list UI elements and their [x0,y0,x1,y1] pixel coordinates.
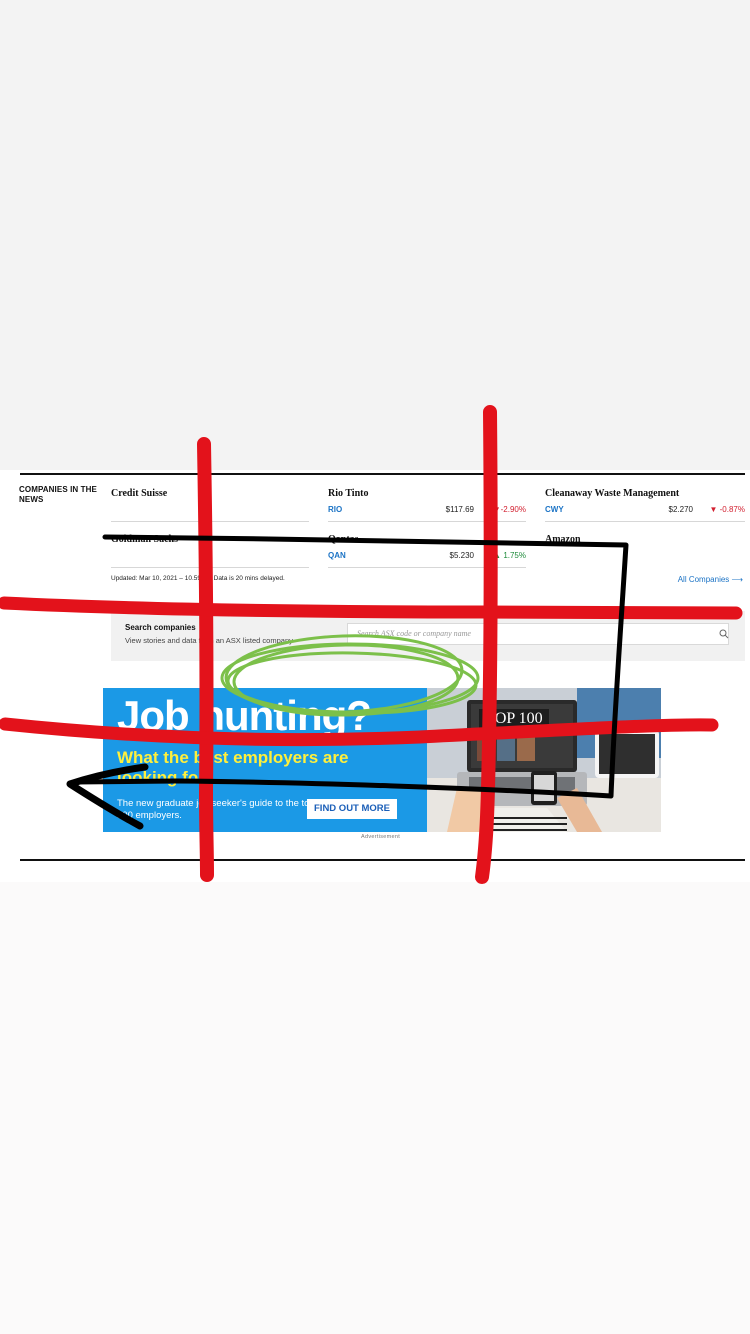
price-change: ▼-2.90% [492,505,526,514]
company-card[interactable]: Credit Suisse [111,475,309,522]
share-price: $117.69 [445,505,474,514]
company-name[interactable]: Cleanaway Waste Management [545,488,679,499]
all-companies-link[interactable]: All Companies ⟶ [678,575,743,584]
ticker-code[interactable]: RIO [328,505,342,514]
company-card[interactable]: Cleanaway Waste Management CWY $2.270 ▼ … [545,475,745,522]
triangle-up-icon: ▲ [493,551,502,560]
company-card[interactable]: Goldman Sachs [111,521,309,568]
pasted-news-screenshot: COMPANIES IN THE NEWS Credit Suisse Rio … [0,470,750,882]
company-name[interactable]: Qantas [328,534,359,545]
arrow-right-icon: ⟶ [731,575,743,584]
company-card[interactable]: Qantas QAN $5.230 ▲ 1.75% [328,521,526,568]
search-subtitle: View stories and data from an ASX listed… [125,636,293,645]
search-icon[interactable] [719,629,729,639]
triangle-down-icon: ▼ [492,505,501,514]
ticker-code[interactable]: CWY [545,505,564,514]
lower-background [0,882,750,1334]
company-name[interactable]: Amazon [545,534,581,545]
search-input[interactable]: Search ASX code or company name [347,623,729,645]
company-name[interactable]: Credit Suisse [111,488,167,499]
company-name[interactable]: Rio Tinto [328,488,368,499]
price-change: ▲ 1.75% [493,551,526,560]
search-title: Search companies [125,623,196,632]
triangle-down-icon: ▼ [709,505,718,514]
ticker-code[interactable]: QAN [328,551,346,560]
company-card[interactable]: Amazon [545,521,745,567]
search-companies-panel: Search companies View stories and data f… [111,611,745,661]
magazine-title: TOP 100 [479,709,549,729]
price-change: ▼ -0.87% [709,505,745,514]
advertisement-banner[interactable]: Job hunting? What the best employers are… [103,688,661,832]
bottom-divider [20,859,745,861]
company-card[interactable]: Rio Tinto RIO $117.69 ▼-2.90% [328,475,526,522]
share-price: $2.270 [668,505,693,514]
ad-headline: Job hunting? [117,692,372,739]
company-name[interactable]: Goldman Sachs [111,534,178,545]
advertisement-label: Advertisement [361,834,401,840]
updated-timestamp: Updated: Mar 10, 2021 – 10.59am. Data is… [111,575,285,582]
ad-body-text: The new graduate job seeker's guide to t… [117,798,315,821]
find-out-more-button[interactable]: FIND OUT MORE [307,799,397,819]
ad-subheadline: What the best employers are looking for. [117,748,349,787]
ad-photo: TOP 100 [427,688,661,832]
share-price: $5.230 [449,551,474,560]
section-title: COMPANIES IN THE NEWS [19,485,97,504]
